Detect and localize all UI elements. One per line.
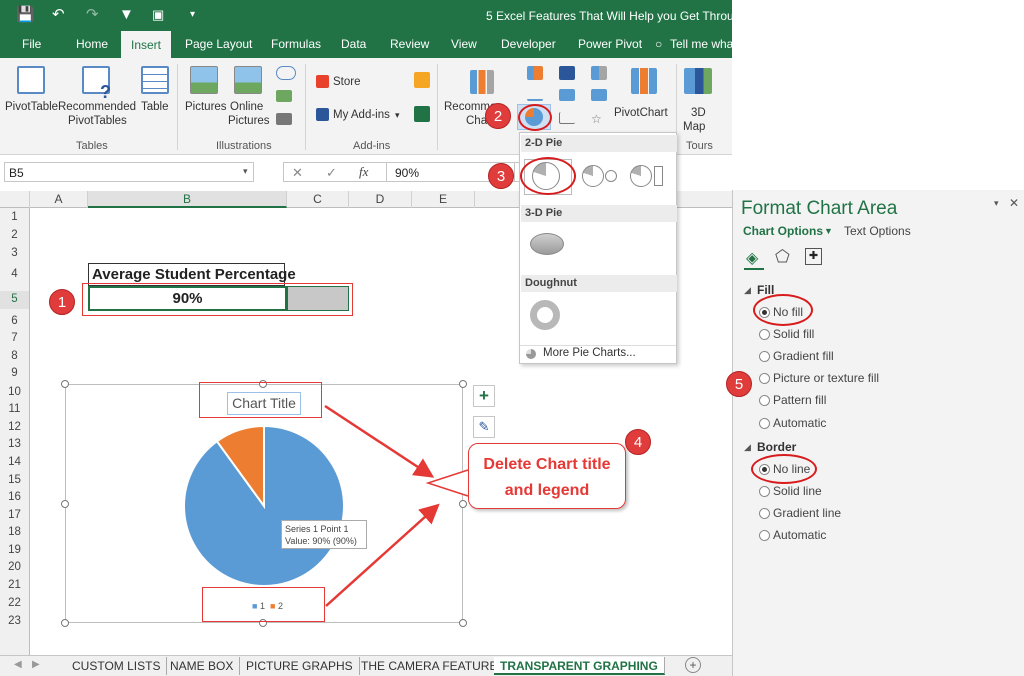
sheet-tab-camera-feature[interactable]: THE CAMERA FEATURE [355, 657, 505, 675]
arrow-to-title [324, 404, 435, 478]
option-automatic-line[interactable]: Automatic [773, 528, 826, 542]
border-collapse-icon[interactable]: ◢ [744, 442, 751, 453]
pie-of-pie-icon[interactable] [582, 165, 604, 187]
callout-line-1: Delete Chart title [483, 456, 611, 473]
dropdown-divider [520, 345, 676, 346]
arrow-to-legend [325, 503, 440, 607]
option-gradient-line[interactable]: Gradient line [773, 506, 841, 520]
radio-automatic-line[interactable] [759, 530, 770, 541]
tab-text-options[interactable]: Text Options [844, 224, 911, 238]
more-pie-charts-link[interactable]: More Pie Charts... [543, 347, 636, 359]
no-line-highlight-ring [751, 454, 817, 484]
radio-solid-fill[interactable] [759, 329, 770, 340]
format-chart-area-pane: Format Chart Area ▾ ✕ Chart Options ▼ Te… [732, 190, 1024, 676]
doughnut-icon[interactable] [530, 300, 560, 330]
sheet-tab-picture-graphs[interactable]: PICTURE GRAPHS [240, 657, 360, 675]
section-3d-pie: 3-D Pie [521, 205, 677, 222]
pane-title: Format Chart Area [741, 198, 898, 219]
effects-pentagon-icon[interactable]: ⬠ [775, 247, 790, 267]
active-tab-underline [744, 268, 764, 270]
radio-solid-line[interactable] [759, 486, 770, 497]
step-badge-4: 4 [625, 429, 651, 455]
pie-3d-icon[interactable] [530, 233, 564, 255]
option-pattern-fill[interactable]: Pattern fill [773, 393, 826, 407]
radio-gradient-fill[interactable] [759, 351, 770, 362]
close-pane-icon[interactable]: ✕ [1009, 196, 1019, 210]
tab-chart-options[interactable]: Chart Options [743, 224, 823, 238]
scroll-right-icon[interactable]: ▶ [32, 659, 40, 670]
radio-picture-fill[interactable] [759, 373, 770, 384]
callout-line-2: and legend [504, 482, 590, 499]
radio-automatic-fill[interactable] [759, 418, 770, 429]
pie-of-pie-secondary-icon [605, 170, 617, 182]
section-doughnut: Doughnut [521, 275, 677, 292]
fill-line-icon[interactable]: ◈ [746, 248, 758, 268]
option-automatic-fill[interactable]: Automatic [773, 416, 826, 430]
size-properties-icon[interactable]: ✚ [805, 248, 822, 265]
step-badge-5: 5 [726, 371, 752, 397]
sheet-tabs-bar: ◀ ▶ CUSTOM LISTS NAME BOX PICTURE GRAPHS… [0, 655, 732, 676]
pie-chart-dropdown: 2-D Pie 3-D Pie Doughnut More Pie Charts… [519, 132, 677, 364]
no-fill-highlight-ring [753, 294, 813, 326]
callout-pointer [425, 469, 469, 497]
chart-options-dropdown-icon[interactable]: ▼ [824, 226, 833, 236]
section-2d-pie: 2-D Pie [521, 135, 677, 152]
option-solid-fill[interactable]: Solid fill [773, 327, 814, 341]
sheet-tab-custom-lists[interactable]: CUSTOM LISTS [66, 657, 168, 675]
bar-of-pie-icon[interactable] [630, 165, 652, 187]
sheet-tab-name-box[interactable]: NAME BOX [164, 657, 241, 675]
add-sheet-icon[interactable]: + [685, 657, 701, 673]
more-pie-icon [526, 349, 536, 359]
option-solid-line[interactable]: Solid line [773, 484, 822, 498]
pie-2d-highlight-ring [520, 157, 576, 195]
option-picture-fill[interactable]: Picture or texture fill [773, 371, 879, 385]
callout-box: Delete Chart title and legend [468, 443, 626, 509]
fill-collapse-icon[interactable]: ◢ [744, 285, 751, 296]
excel-window: 💾 ↶ ↷ ▼ ▣ ▾ 5 Excel Features That Will H… [0, 0, 732, 676]
bar-of-pie-secondary-icon [654, 166, 663, 186]
radio-gradient-line[interactable] [759, 508, 770, 519]
border-section-header[interactable]: Border [757, 440, 796, 454]
option-gradient-fill[interactable]: Gradient fill [773, 349, 834, 363]
pane-options-icon[interactable]: ▾ [994, 198, 999, 209]
radio-pattern-fill[interactable] [759, 395, 770, 406]
sheet-tab-transparent-graphing[interactable]: TRANSPARENT GRAPHING [494, 657, 665, 675]
step-badge-3: 3 [488, 163, 514, 189]
scroll-left-icon[interactable]: ◀ [14, 659, 22, 670]
